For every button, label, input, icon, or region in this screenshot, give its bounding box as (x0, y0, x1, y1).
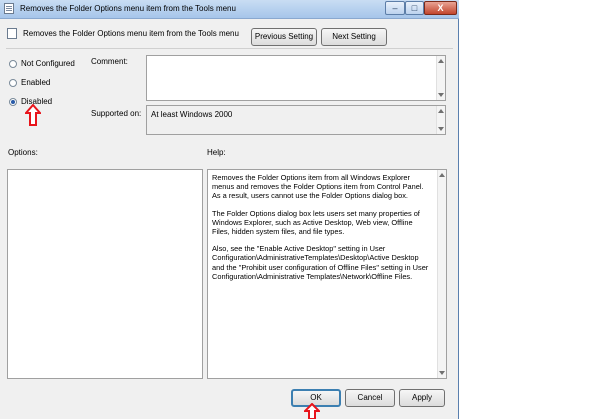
annotation-arrow-icon (25, 104, 41, 126)
help-pane: Removes the Folder Options item from all… (207, 169, 447, 379)
header-row: Removes the Folder Options menu item fro… (0, 19, 459, 47)
options-label: Options: (8, 148, 38, 157)
previous-setting-button[interactable]: Previous Setting (251, 28, 317, 46)
scroll-up-icon[interactable] (438, 109, 444, 113)
supported-on-value: At least Windows 2000 (151, 110, 233, 119)
scroll-down-icon[interactable] (438, 127, 444, 131)
supported-on-field: At least Windows 2000 (146, 105, 446, 135)
help-label: Help: (207, 148, 226, 157)
minimize-button[interactable]: – (385, 1, 405, 15)
divider (6, 48, 453, 49)
radio-circle-selected[interactable] (9, 97, 17, 106)
radio-label: Enabled (21, 78, 51, 88)
scroll-up-icon[interactable] (438, 59, 444, 63)
annotation-arrow-icon (304, 403, 320, 419)
options-pane (7, 169, 203, 379)
supported-scrollbar[interactable] (436, 106, 445, 134)
radio-label: Not Configured (21, 59, 75, 69)
help-text: Removes the Folder Options item from all… (212, 173, 432, 289)
comment-scrollbar[interactable] (436, 56, 445, 100)
policy-name: Removes the Folder Options menu item fro… (23, 29, 239, 38)
scroll-down-icon[interactable] (439, 371, 445, 375)
help-paragraph: Removes the Folder Options item from all… (212, 173, 424, 201)
policy-dialog: Removes the Folder Options menu item fro… (0, 0, 459, 419)
radio-enabled[interactable]: Enabled (9, 78, 50, 90)
cancel-button[interactable]: Cancel (345, 389, 395, 407)
scroll-up-icon[interactable] (439, 173, 445, 177)
policy-icon (4, 3, 14, 14)
title-bar[interactable]: Removes the Folder Options menu item fro… (0, 0, 459, 19)
apply-button[interactable]: Apply (399, 389, 445, 407)
setting-icon (7, 28, 17, 39)
supported-on-label: Supported on: (91, 109, 142, 118)
next-setting-button[interactable]: Next Setting (321, 28, 387, 46)
maximize-button[interactable]: □ (405, 1, 424, 15)
help-paragraph: Also, see the "Enable Active Desktop" se… (212, 244, 429, 281)
help-scrollbar[interactable] (437, 170, 446, 378)
window-title: Removes the Folder Options menu item fro… (20, 4, 236, 13)
radio-circle[interactable] (9, 78, 17, 87)
comment-textarea[interactable] (146, 55, 446, 101)
scroll-down-icon[interactable] (438, 93, 444, 97)
radio-circle[interactable] (9, 59, 17, 68)
radio-not-configured[interactable]: Not Configured (9, 59, 75, 71)
help-paragraph: The Folder Options dialog box lets users… (212, 208, 420, 237)
close-button[interactable]: X (424, 1, 457, 15)
comment-label: Comment: (91, 57, 128, 66)
